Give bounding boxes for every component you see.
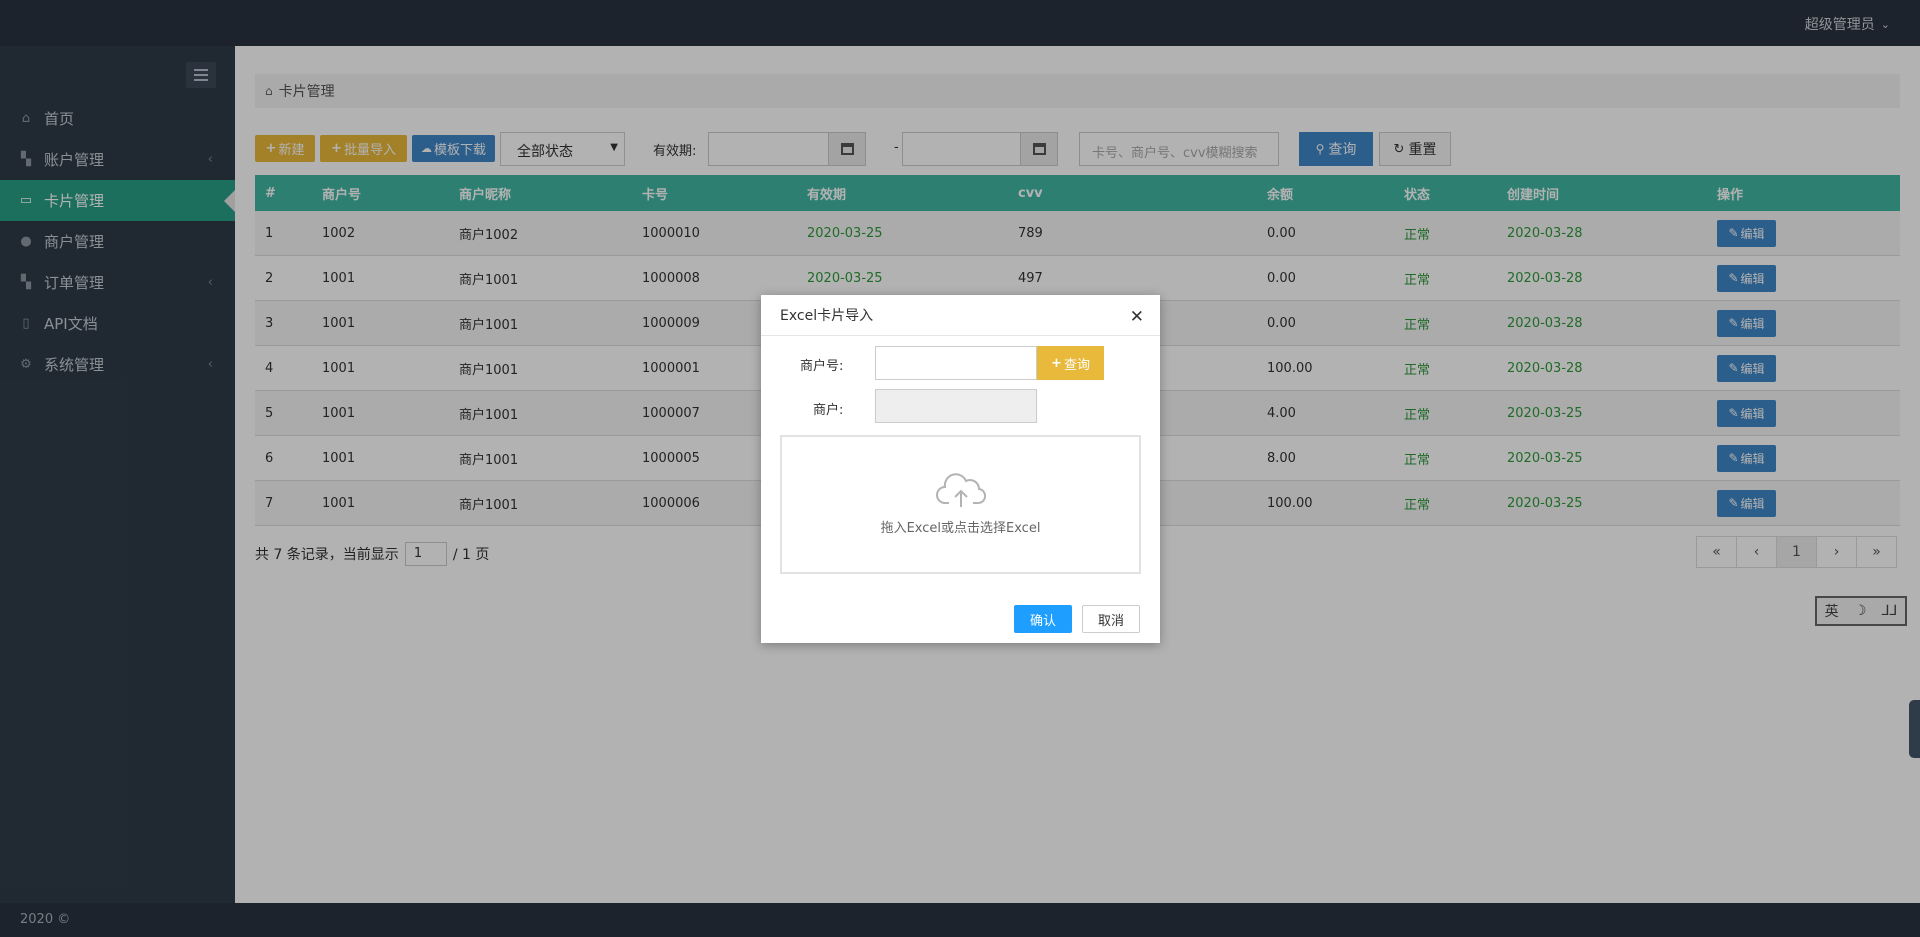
cancel-button[interactable]: 取消 [1082, 605, 1140, 633]
excel-import-dialog: Excel卡片导入 ✕ 商户号: + 查询 商户: 拖入Excel或点击选择Exc… [761, 295, 1160, 643]
merchant-query-button[interactable]: + 查询 [1037, 346, 1104, 380]
cloud-upload-icon [935, 473, 986, 507]
merchant-label: 商户: [813, 403, 844, 418]
side-handle[interactable] [1909, 700, 1920, 758]
dropzone-text: 拖入Excel或点击选择Excel [880, 521, 1041, 536]
confirm-button[interactable]: 确认 [1014, 605, 1072, 633]
excel-dropzone[interactable]: 拖入Excel或点击选择Excel [780, 435, 1141, 574]
close-icon[interactable]: ✕ [1130, 307, 1144, 327]
merchant-query-label: 查询 [1063, 357, 1090, 373]
merchant-no-label: 商户号: [800, 359, 844, 374]
merchant-no-input[interactable] [875, 346, 1037, 380]
dialog-title: Excel卡片导入 [780, 308, 874, 324]
merchant-field [875, 389, 1037, 423]
plus-icon: + [1051, 355, 1062, 371]
dialog-header: Excel卡片导入 ✕ [761, 295, 1160, 336]
